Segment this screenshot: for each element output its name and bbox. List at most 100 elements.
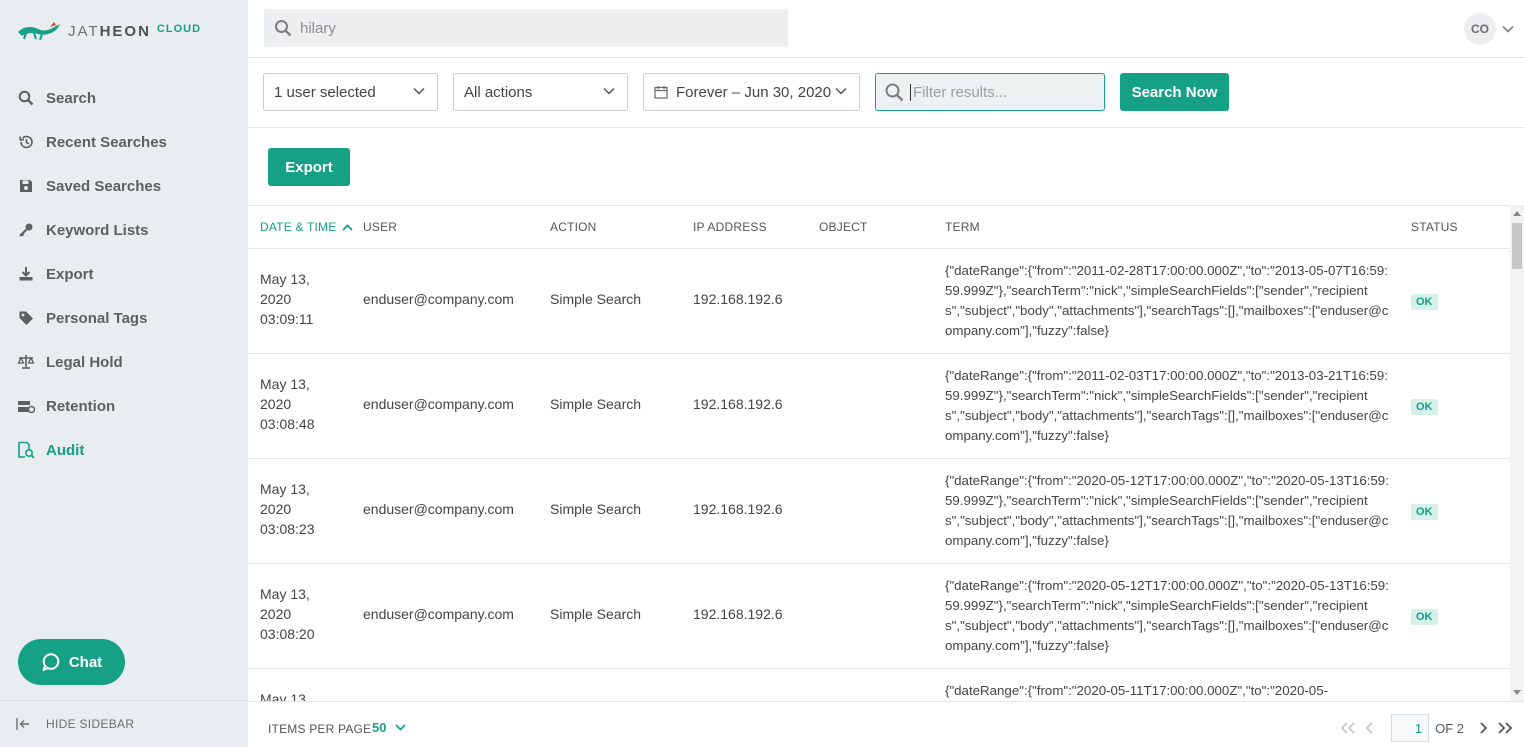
global-search[interactable] xyxy=(264,9,788,47)
status-cell: OK xyxy=(1411,607,1438,625)
sidebar-item-label: Export xyxy=(46,265,94,283)
status-cell: OK xyxy=(1411,502,1438,520)
scroll-down-icon[interactable] xyxy=(1513,690,1521,695)
collapse-left-icon xyxy=(16,718,29,730)
ip-address-cell: 192.168.192.6 xyxy=(693,606,783,622)
date-range-select[interactable]: Forever – Jun 30, 2020 xyxy=(643,73,860,111)
sidebar-item-label: Search xyxy=(46,89,97,107)
column-header-object[interactable]: OBJECT xyxy=(819,220,868,234)
chevron-down-icon xyxy=(395,724,407,731)
ip-address-cell: 192.168.192.6 xyxy=(693,501,783,517)
archive-icon xyxy=(17,397,35,415)
user-cell: enduser@company.com xyxy=(363,291,514,307)
sidebar-item-keyword-lists[interactable]: Keyword Lists xyxy=(0,208,248,252)
chevron-down-icon xyxy=(413,87,425,95)
page-number-input[interactable] xyxy=(1391,714,1430,742)
term-cell: {"dateRange":{"from":"2020-05-12T17:00:0… xyxy=(945,578,1389,653)
table-row[interactable]: May 13, 2020 03:08:20 enduser@company.com … xyxy=(248,564,1510,669)
audit-table: DATE & TIME USER ACTION IP ADDRESS OBJEC… xyxy=(248,205,1510,701)
user-menu[interactable]: CO xyxy=(1464,13,1514,45)
column-header-ip-address[interactable]: IP ADDRESS xyxy=(693,220,767,234)
status-cell: OK xyxy=(1411,292,1438,310)
global-search-input[interactable] xyxy=(300,19,770,37)
last-page-icon[interactable] xyxy=(1494,717,1516,739)
chat-label: Chat xyxy=(68,653,103,671)
sidebar-item-search[interactable]: Search xyxy=(0,76,248,120)
sidebar-item-saved-searches[interactable]: Saved Searches xyxy=(0,164,248,208)
search-icon xyxy=(17,89,35,107)
hide-sidebar-button[interactable]: HIDE SIDEBAR xyxy=(0,700,248,747)
sidebar-item-personal-tags[interactable]: Personal Tags xyxy=(0,296,248,340)
items-per-page-value: 50 xyxy=(372,720,387,735)
user-select-value: 1 user selected xyxy=(274,83,376,101)
jatheon-logo[interactable]: JATHEON CLOUD xyxy=(16,18,201,44)
next-page-icon[interactable] xyxy=(1472,717,1494,739)
status-badge: OK xyxy=(1411,609,1438,625)
date-range-value: Forever – Jun 30, 2020 xyxy=(676,83,832,101)
sidebar-item-recent-searches[interactable]: Recent Searches xyxy=(0,120,248,164)
column-header-term[interactable]: TERM xyxy=(945,220,980,234)
sidebar-item-label: Legal Hold xyxy=(46,353,123,371)
sidebar-item-retention[interactable]: Retention xyxy=(0,384,248,428)
chevron-down-icon xyxy=(1502,25,1514,33)
gecko-logo-icon xyxy=(18,22,60,41)
sidebar-nav: Search Recent Searches Saved Searches Ke… xyxy=(0,76,248,472)
table-scrollbar[interactable] xyxy=(1510,205,1524,701)
sidebar-item-legal-hold[interactable]: Legal Hold xyxy=(0,340,248,384)
scroll-up-icon[interactable] xyxy=(1513,211,1521,216)
column-header-date-time[interactable]: DATE & TIME xyxy=(260,220,354,234)
hide-sidebar-label: HIDE SIDEBAR xyxy=(46,717,135,731)
audit-icon xyxy=(17,441,35,459)
sidebar-item-label: Personal Tags xyxy=(46,309,148,327)
filter-results-field[interactable] xyxy=(875,73,1105,111)
status-badge: OK xyxy=(1411,294,1438,310)
items-per-page-label: ITEMS PER PAGE xyxy=(268,722,372,736)
action-cell: Simple Search xyxy=(550,291,642,307)
table-row[interactable]: May 13, 2020 03:09:11 enduser@company.com … xyxy=(248,249,1510,354)
column-header-user[interactable]: USER xyxy=(363,220,397,234)
ip-address-cell: 192.168.192.6 xyxy=(693,291,783,307)
chat-button[interactable]: Chat xyxy=(18,639,125,685)
user-cell: enduser@company.com xyxy=(363,396,514,412)
sidebar-item-label: Keyword Lists xyxy=(46,221,149,239)
tag-icon xyxy=(17,309,35,327)
scrollbar-thumb[interactable] xyxy=(1512,223,1522,269)
column-header-action[interactable]: ACTION xyxy=(550,220,597,234)
date-time-cell: May 13, 2020 03:08:48 xyxy=(260,376,315,432)
save-icon xyxy=(17,177,35,195)
user-select[interactable]: 1 user selected xyxy=(263,73,438,111)
total-pages-label: OF 2 xyxy=(1435,720,1464,736)
table-row[interactable]: May 13, 2020 03:08:23 enduser@company.com … xyxy=(248,459,1510,564)
date-time-cell: May 13, xyxy=(260,691,310,701)
filter-results-input[interactable] xyxy=(910,83,1100,101)
status-badge: OK xyxy=(1411,399,1438,415)
term-cell: {"dateRange":{"from":"2011-02-03T17:00:0… xyxy=(945,368,1389,443)
filter-bar: 1 user selected All actions Forever – Ju… xyxy=(248,58,1524,128)
export-button[interactable]: Export xyxy=(268,148,350,186)
sidebar-item-export[interactable]: Export xyxy=(0,252,248,296)
table-header: DATE & TIME USER ACTION IP ADDRESS OBJEC… xyxy=(248,206,1510,249)
action-select[interactable]: All actions xyxy=(453,73,628,111)
table-row[interactable]: May 13, 2020 03:08:48 enduser@company.com … xyxy=(248,354,1510,459)
download-icon xyxy=(17,265,35,283)
search-now-button[interactable]: Search Now xyxy=(1120,73,1229,111)
sidebar-item-label: Saved Searches xyxy=(46,177,162,195)
search-icon xyxy=(275,20,292,37)
first-page-icon[interactable] xyxy=(1337,717,1359,739)
term-cell: {"dateRange":{"from":"2011-02-28T17:00:0… xyxy=(945,263,1389,338)
action-select-value: All actions xyxy=(464,83,533,101)
brand-name: JATHEON xyxy=(68,22,151,40)
column-header-label: DATE & TIME xyxy=(260,220,337,234)
items-per-page-select[interactable]: 50 xyxy=(372,720,407,735)
sidebar-item-audit[interactable]: Audit xyxy=(0,428,248,472)
search-icon xyxy=(885,83,904,102)
table-row[interactable]: May 13, {"dateRange":{"from":"2020-05-11… xyxy=(248,669,1510,701)
top-bar: CO xyxy=(248,0,1524,58)
action-cell: Simple Search xyxy=(550,606,642,622)
chevron-down-icon xyxy=(835,87,847,95)
user-cell: enduser@company.com xyxy=(363,501,514,517)
avatar: CO xyxy=(1464,13,1496,45)
column-header-status[interactable]: STATUS xyxy=(1411,220,1458,234)
previous-page-icon[interactable] xyxy=(1359,717,1381,739)
user-cell: enduser@company.com xyxy=(363,606,514,622)
